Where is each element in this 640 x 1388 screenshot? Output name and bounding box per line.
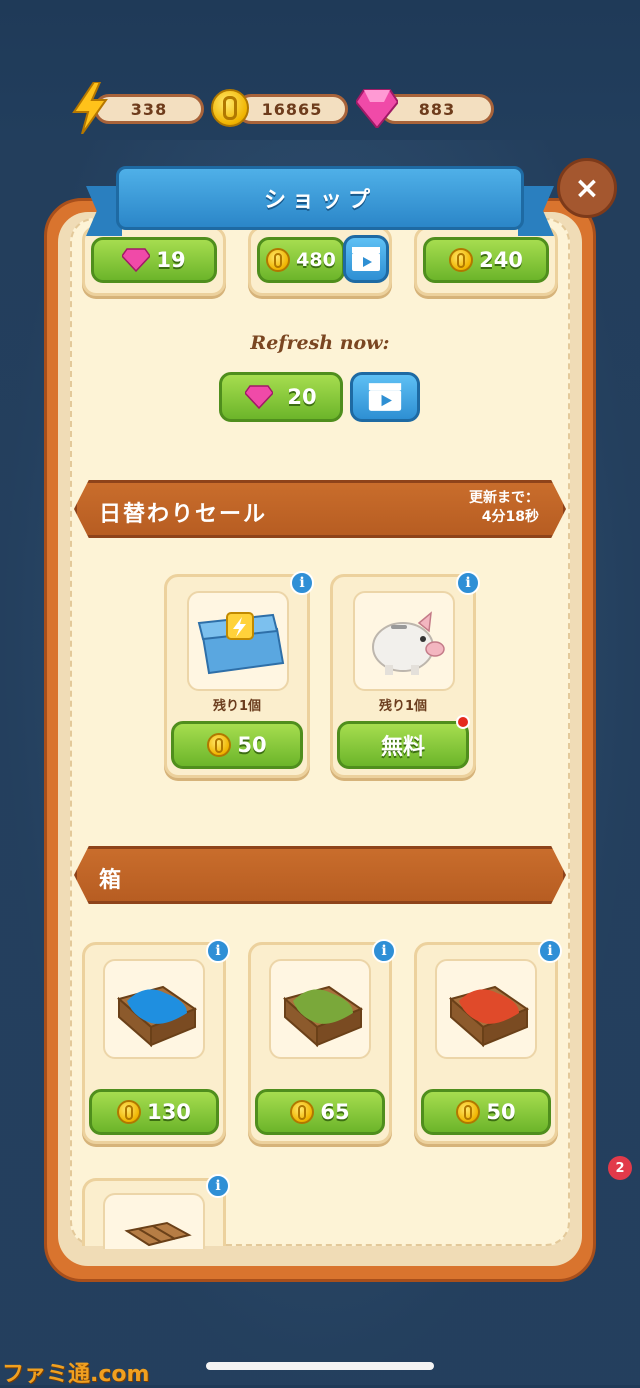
coin-counter: 16865 — [236, 94, 348, 124]
box-item-blue[interactable]: 130 — [82, 942, 226, 1144]
green-box-icon — [282, 985, 364, 1048]
info-icon[interactable]: i — [206, 939, 230, 963]
offer-price-button[interactable]: 19 — [91, 237, 217, 283]
gem-icon — [122, 248, 151, 272]
coin-icon — [456, 1100, 481, 1124]
item-image — [103, 959, 205, 1059]
refresh-video-button[interactable] — [350, 372, 420, 422]
free-claim-button[interactable]: 無料 — [337, 721, 469, 769]
timer-label: 更新まで： — [469, 490, 539, 506]
offer-price-button[interactable]: 240 — [423, 237, 549, 283]
box-item-red[interactable]: 50 — [414, 942, 558, 1144]
price: 50 — [237, 733, 267, 757]
info-icon[interactable]: i — [538, 939, 562, 963]
daily-sale-timer: 更新まで： 4分18秒 — [469, 489, 539, 527]
energy-value: 338 — [130, 99, 168, 119]
daily-item-energy-chest[interactable]: 残り1個 50 — [164, 574, 310, 778]
buy-button[interactable]: 65 — [255, 1089, 385, 1135]
notification-dot — [456, 715, 470, 729]
daily-sale-title: 日替わりセール — [99, 502, 268, 527]
boxes-title: 箱 — [99, 868, 124, 893]
video-clapper-icon — [352, 247, 380, 271]
item-image — [187, 591, 289, 691]
shop-title: ショップ — [116, 166, 524, 230]
price: 130 — [147, 1100, 191, 1124]
timer-value: 4分18秒 — [481, 509, 539, 525]
video-clapper-icon — [368, 383, 402, 411]
gem-icon — [356, 89, 398, 128]
offer-card-gem[interactable]: 19 — [82, 226, 226, 296]
info-icon[interactable]: i — [206, 1174, 230, 1198]
remaining-count: 残り1個 — [212, 699, 262, 714]
box-item-crate[interactable] — [82, 1178, 226, 1249]
offer-price: 240 — [479, 248, 523, 272]
close-button[interactable]: × — [557, 158, 617, 218]
coin-icon — [117, 1100, 142, 1124]
buy-button[interactable]: 50 — [421, 1089, 551, 1135]
item-image — [269, 959, 371, 1059]
energy-counter: 338 — [94, 94, 204, 124]
info-icon[interactable]: i — [290, 571, 314, 595]
daily-item-piggy-bank[interactable]: 残り1個 無料 — [330, 574, 476, 778]
buy-button[interactable]: 130 — [89, 1089, 219, 1135]
price: 65 — [320, 1100, 350, 1124]
refresh-price: 20 — [287, 385, 317, 409]
box-item-green[interactable]: 65 — [248, 942, 392, 1144]
notification-badge: 2 — [608, 1156, 632, 1180]
refresh-gem-button[interactable]: 20 — [219, 372, 343, 422]
offer-price: 19 — [156, 248, 186, 272]
gem-icon — [245, 385, 274, 409]
coin-icon — [290, 1100, 315, 1124]
item-image — [353, 591, 455, 691]
offer-price-button[interactable]: 480 — [257, 237, 345, 283]
info-icon[interactable]: i — [372, 939, 396, 963]
coin-icon — [207, 733, 232, 757]
price: 50 — [486, 1100, 516, 1124]
offer-price: 480 — [296, 249, 336, 271]
watermark: ファミ通.com — [2, 1362, 150, 1387]
gem-value: 883 — [418, 99, 456, 119]
energy-bolt-icon — [72, 82, 108, 134]
boxes-banner: 箱 — [74, 846, 566, 904]
offer-card-coin-video[interactable]: 480 — [248, 226, 392, 296]
coin-icon — [211, 89, 249, 127]
coin-icon — [449, 248, 474, 272]
item-image — [103, 1193, 205, 1249]
coin-icon — [266, 248, 291, 272]
piggy-bank-icon — [372, 611, 445, 675]
watch-video-button[interactable] — [343, 235, 389, 283]
coin-value: 16865 — [261, 99, 323, 119]
blue-box-icon — [116, 985, 198, 1048]
wooden-crate-icon — [124, 1221, 192, 1247]
price: 無料 — [380, 735, 425, 760]
home-indicator[interactable] — [206, 1362, 434, 1370]
energy-chest-icon — [197, 612, 285, 675]
daily-sale-banner: 日替わりセール 更新まで： 4分18秒 — [74, 480, 566, 538]
refresh-label: Refresh now: — [250, 332, 390, 354]
info-icon[interactable]: i — [456, 571, 480, 595]
buy-button[interactable]: 50 — [171, 721, 303, 769]
remaining-count: 残り1個 — [378, 699, 428, 714]
item-image — [435, 959, 537, 1059]
red-box-icon — [448, 985, 530, 1048]
offer-card-coin[interactable]: 240 — [414, 226, 558, 296]
